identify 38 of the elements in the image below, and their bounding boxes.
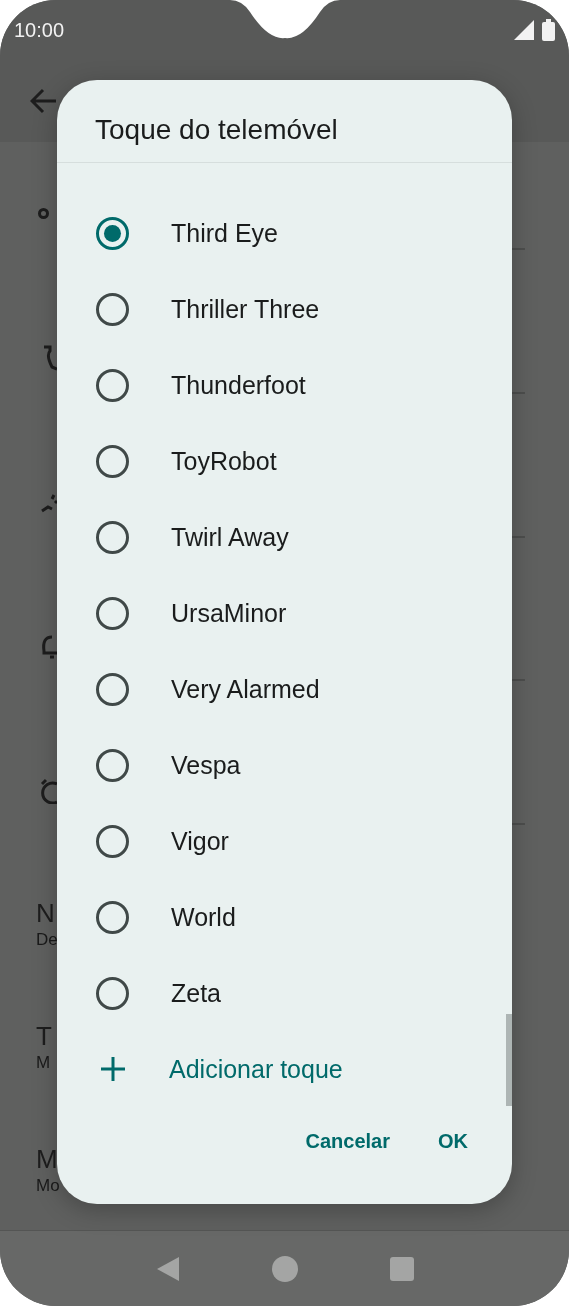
radio-button[interactable] (96, 216, 129, 250)
radio-button[interactable] (96, 748, 129, 782)
radio-button[interactable] (96, 368, 129, 402)
signal-icon (514, 20, 534, 40)
ringtone-option[interactable]: Third Eye (57, 195, 512, 271)
radio-button[interactable] (96, 824, 129, 858)
ringtone-option[interactable]: World (57, 879, 512, 955)
ringtone-option[interactable]: Twirl Away (57, 499, 512, 575)
ringtone-option[interactable]: Vespa (57, 727, 512, 803)
ringtone-option[interactable]: Vigor (57, 803, 512, 879)
radio-button[interactable] (96, 976, 129, 1010)
ringtone-option[interactable]: UrsaMinor (57, 575, 512, 651)
ringtone-option[interactable]: Thriller Three (57, 271, 512, 347)
ringtone-option[interactable]: Thunderfoot (57, 347, 512, 423)
battery-icon (542, 19, 555, 41)
cancel-button[interactable]: Cancelar (301, 1121, 394, 1161)
ok-button[interactable]: OK (434, 1121, 472, 1161)
setting-title: M (36, 1142, 58, 1176)
setting-title: T (36, 1019, 52, 1053)
setting-title: N (36, 896, 55, 930)
dialog-title: Toque do telemóvel (57, 80, 512, 163)
status-time: 10:00 (14, 18, 65, 42)
setting-summary: Mo (36, 1175, 60, 1196)
setting-summary: M (36, 1052, 51, 1073)
add-ringtone-item[interactable]: Adicionar toque (57, 1031, 512, 1107)
radio-button[interactable] (96, 672, 129, 706)
radio-button[interactable] (96, 292, 129, 326)
back-arrow-icon[interactable] (30, 87, 58, 114)
ringtone-option[interactable]: Very Alarmed (57, 651, 512, 727)
radio-button[interactable] (96, 520, 129, 554)
radio-button[interactable] (96, 596, 129, 630)
setting-summary: De (36, 929, 58, 950)
ringtone-option[interactable]: Zeta (57, 955, 512, 1031)
scrollbar-thumb[interactable] (506, 1014, 512, 1106)
radio-button[interactable] (96, 444, 129, 478)
plus-icon (101, 1057, 125, 1081)
radio-button[interactable] (96, 900, 129, 934)
ringtone-option[interactable]: ToyRobot (57, 423, 512, 499)
